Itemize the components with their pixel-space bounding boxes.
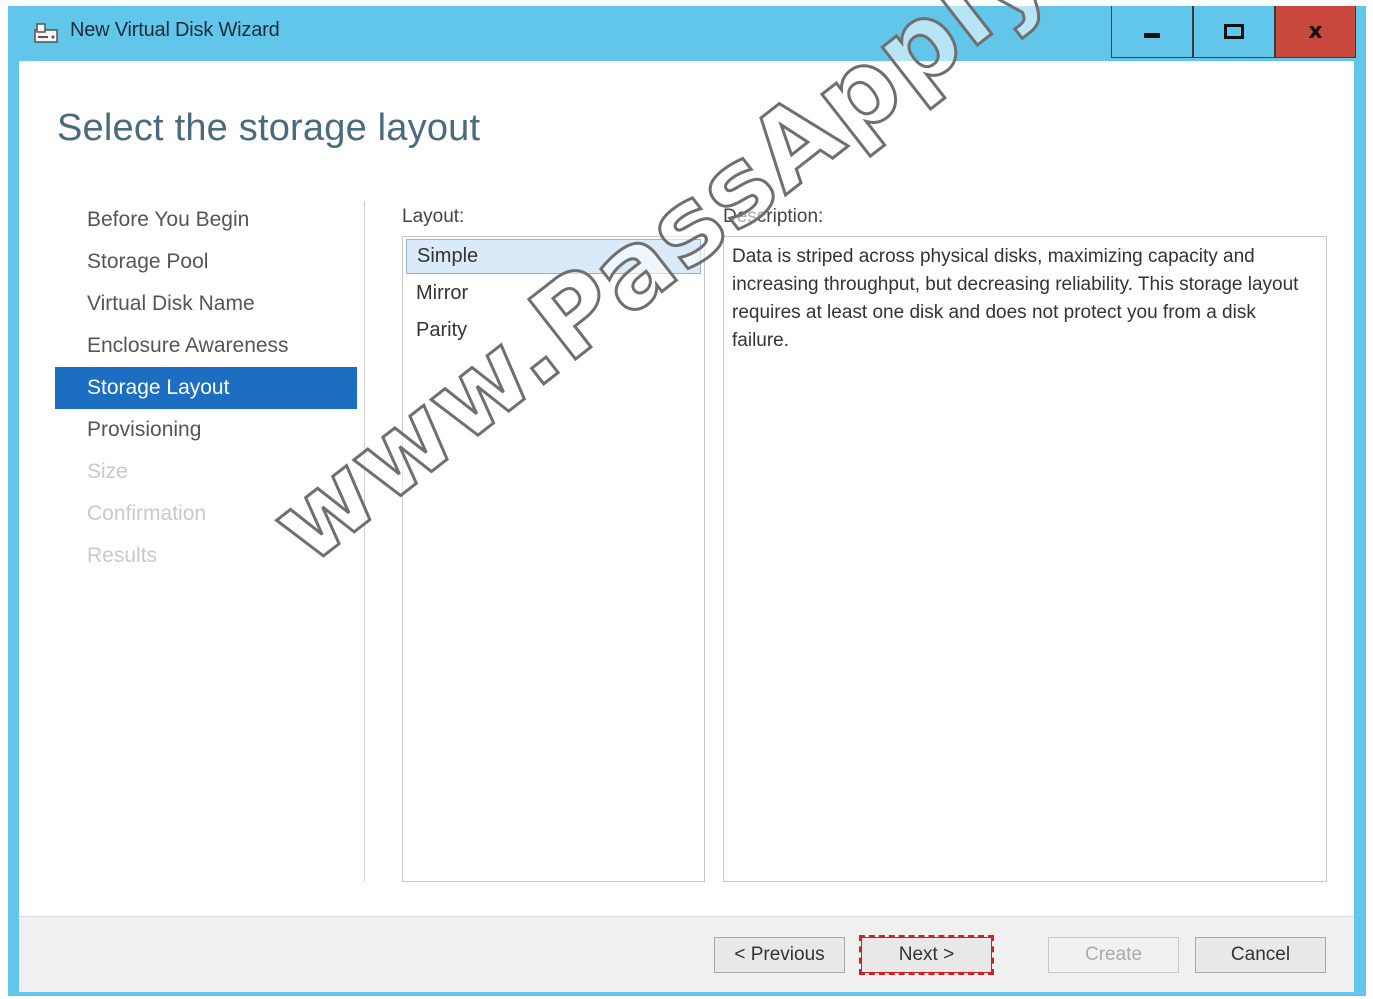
- nav-step-storage-pool[interactable]: Storage Pool: [55, 241, 357, 283]
- description-text: Data is striped across physical disks, m…: [732, 246, 1299, 351]
- maximize-icon: [1224, 24, 1244, 39]
- description-label: Description:: [723, 206, 824, 227]
- layout-label: Layout:: [402, 206, 465, 227]
- minimize-button[interactable]: [1111, 6, 1193, 58]
- title-bar[interactable]: New Virtual Disk Wizard x: [8, 6, 1366, 58]
- wizard-content: Select the storage layout Before You Beg…: [19, 0, 1354, 992]
- minimize-icon: [1144, 33, 1160, 38]
- create-button: Create: [1048, 937, 1179, 973]
- wizard-step-nav: Before You Begin Storage Pool Virtual Di…: [55, 199, 357, 577]
- layout-option-mirror[interactable]: Mirror: [406, 276, 701, 311]
- nav-step-virtual-disk-name[interactable]: Virtual Disk Name: [55, 283, 357, 325]
- nav-step-storage-layout[interactable]: Storage Layout: [55, 367, 357, 409]
- window-title: New Virtual Disk Wizard: [70, 19, 280, 41]
- layout-option-simple[interactable]: Simple: [406, 239, 701, 274]
- close-icon: x: [1308, 19, 1323, 44]
- nav-step-provisioning[interactable]: Provisioning: [55, 409, 357, 451]
- nav-divider: [364, 201, 365, 881]
- nav-step-before-you-begin[interactable]: Before You Begin: [55, 199, 357, 241]
- layout-option-parity[interactable]: Parity: [406, 313, 701, 348]
- maximize-button[interactable]: [1193, 6, 1275, 58]
- nav-step-results: Results: [87, 544, 158, 567]
- page-title: Select the storage layout: [57, 107, 481, 149]
- layout-listbox[interactable]: Simple Mirror Parity: [402, 236, 705, 882]
- wizard-window: New Virtual Disk Wizard x Select the sto…: [8, 0, 1366, 996]
- next-button[interactable]: Next >: [859, 935, 994, 975]
- disk-wizard-icon: [34, 22, 60, 44]
- nav-step-size: Size: [87, 460, 128, 483]
- description-box: Data is striped across physical disks, m…: [723, 236, 1327, 882]
- nav-step-enclosure-awareness[interactable]: Enclosure Awareness: [55, 325, 357, 367]
- previous-button[interactable]: < Previous: [714, 937, 845, 973]
- close-button[interactable]: x: [1275, 6, 1356, 58]
- nav-step-confirmation: Confirmation: [87, 502, 207, 525]
- cancel-button[interactable]: Cancel: [1195, 937, 1326, 973]
- wizard-footer: < Previous Next > Create Cancel: [19, 916, 1354, 992]
